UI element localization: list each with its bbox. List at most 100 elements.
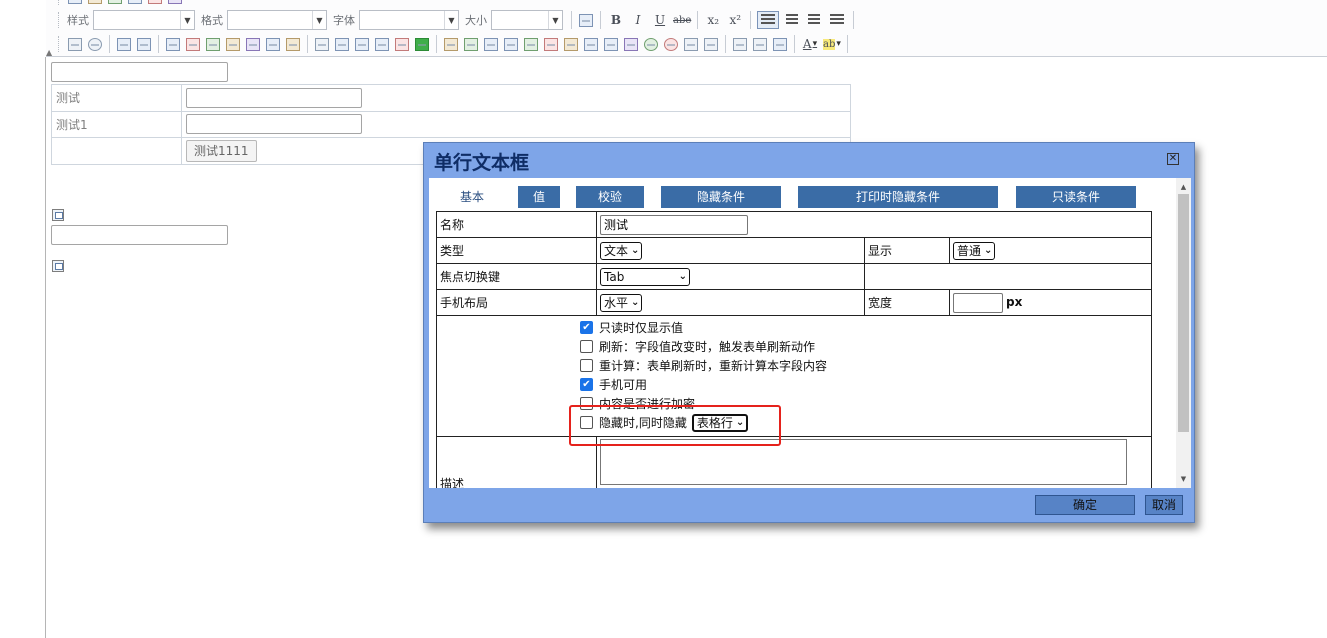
number-field-icon[interactable] bbox=[684, 37, 698, 51]
name-input[interactable] bbox=[600, 214, 748, 235]
font-label: 字体 bbox=[333, 14, 355, 27]
format-combo[interactable]: ▼ bbox=[227, 10, 327, 30]
user-icon[interactable] bbox=[206, 37, 220, 51]
close-icon[interactable]: ✕ bbox=[1167, 153, 1179, 165]
select-icon[interactable] bbox=[266, 37, 280, 51]
superscript-button[interactable]: x² bbox=[726, 11, 744, 29]
checkbox-icon[interactable] bbox=[580, 359, 593, 372]
checkbox-control-icon[interactable] bbox=[68, 37, 82, 51]
type-select[interactable]: 文本 ⌄ bbox=[600, 241, 643, 260]
window-icon[interactable] bbox=[484, 37, 498, 51]
video-icon[interactable] bbox=[604, 37, 618, 51]
toolbar-icon[interactable] bbox=[88, 0, 102, 4]
hide-scope-select[interactable]: 表格行 ⌄ bbox=[691, 413, 749, 432]
dialog-scrollbar[interactable]: ▲ ▼ bbox=[1176, 178, 1191, 488]
paste-icon[interactable] bbox=[355, 37, 369, 51]
align-justify-button[interactable] bbox=[827, 11, 847, 29]
find-icon[interactable] bbox=[579, 13, 593, 27]
checkbox-checked-icon[interactable]: ✔ bbox=[580, 378, 593, 391]
department-icon[interactable] bbox=[226, 37, 240, 51]
option-encrypt[interactable]: 内容是否进行加密 bbox=[580, 394, 1148, 413]
tree-icon[interactable] bbox=[246, 37, 260, 51]
camera-icon[interactable] bbox=[504, 37, 518, 51]
field-placeholder-icon[interactable] bbox=[52, 260, 64, 272]
table-icon[interactable] bbox=[166, 37, 180, 51]
ok-button[interactable]: 确定 bbox=[1035, 495, 1135, 515]
collapse-toolbar-icon[interactable]: ▲ bbox=[46, 48, 52, 57]
toolbar-icon[interactable] bbox=[68, 0, 82, 4]
checkbox-checked-icon[interactable]: ✔ bbox=[580, 321, 593, 334]
option-refresh[interactable]: 刷新：字段值改变时，触发表单刷新动作 bbox=[580, 337, 1148, 356]
tab-print-hide-condition[interactable]: 打印时隐藏条件 bbox=[798, 186, 998, 208]
align-left-button[interactable] bbox=[757, 11, 780, 29]
scroll-up-icon[interactable]: ▲ bbox=[1176, 180, 1191, 194]
checkbox-icon[interactable] bbox=[580, 416, 593, 429]
toolbar-icon[interactable] bbox=[168, 0, 182, 4]
style-combo[interactable]: ▼ bbox=[93, 10, 195, 30]
focus-key-select[interactable]: Tab ⌄ bbox=[600, 267, 690, 286]
tab-value[interactable]: 值 bbox=[518, 186, 560, 208]
scroll-down-icon[interactable]: ▼ bbox=[1176, 472, 1191, 486]
bold-button[interactable]: B bbox=[607, 11, 625, 29]
canvas-text-field-2[interactable] bbox=[51, 225, 228, 245]
unlink-icon[interactable] bbox=[753, 37, 767, 51]
align-right-button[interactable] bbox=[805, 11, 823, 29]
mobile-layout-select[interactable]: 水平 ⌄ bbox=[600, 293, 643, 312]
font-color-button[interactable]: A ▾ bbox=[801, 35, 819, 53]
line-icon[interactable] bbox=[315, 37, 329, 51]
toolbar-icon[interactable] bbox=[108, 0, 122, 4]
strikethrough-button[interactable]: abe bbox=[673, 11, 691, 29]
font-combo[interactable]: ▼ bbox=[359, 10, 459, 30]
checkbox-icon[interactable] bbox=[580, 340, 593, 353]
canvas-text-field[interactable] bbox=[51, 62, 228, 82]
field-placeholder-icon[interactable] bbox=[52, 209, 64, 221]
grid-icon[interactable] bbox=[584, 37, 598, 51]
anchor-icon[interactable] bbox=[773, 37, 787, 51]
scrollbar-thumb[interactable] bbox=[1178, 194, 1189, 432]
list-icon[interactable] bbox=[415, 37, 429, 51]
file-icon[interactable] bbox=[286, 37, 300, 51]
tab-validation[interactable]: 校验 bbox=[576, 186, 644, 208]
image-icon[interactable] bbox=[375, 37, 389, 51]
align-center-button[interactable] bbox=[783, 11, 801, 29]
width-input[interactable] bbox=[953, 292, 1003, 313]
description-textarea[interactable] bbox=[600, 439, 1127, 485]
layers-icon[interactable] bbox=[464, 37, 478, 51]
stamp-icon[interactable] bbox=[564, 37, 578, 51]
underline-button[interactable]: U bbox=[651, 11, 669, 29]
display-select[interactable]: 普通 ⌄ bbox=[953, 241, 996, 260]
option-recalculate[interactable]: 重计算：表单刷新时，重新计算本字段内容 bbox=[580, 356, 1148, 375]
textarea-control-icon[interactable] bbox=[137, 37, 151, 51]
size-combo[interactable]: ▼ bbox=[491, 10, 563, 30]
radio-control-icon[interactable] bbox=[88, 37, 102, 51]
highlight-color-button[interactable]: ab ▾ bbox=[823, 35, 841, 53]
copy-icon[interactable] bbox=[335, 37, 349, 51]
subscript-button[interactable]: x₂ bbox=[704, 11, 722, 29]
map-pin-icon[interactable] bbox=[544, 37, 558, 51]
minus-icon[interactable] bbox=[704, 37, 718, 51]
toolbar-icon[interactable] bbox=[128, 0, 142, 4]
calendar-icon[interactable] bbox=[186, 37, 200, 51]
size-label: 大小 bbox=[465, 14, 487, 27]
checkbox-icon[interactable] bbox=[580, 397, 593, 410]
record-icon[interactable] bbox=[664, 37, 678, 51]
chart-icon[interactable] bbox=[395, 37, 409, 51]
pen-icon[interactable] bbox=[444, 37, 458, 51]
test-input[interactable] bbox=[186, 87, 362, 108]
cancel-button[interactable]: 取消 bbox=[1145, 495, 1183, 515]
test1-input[interactable] bbox=[186, 114, 362, 135]
link-icon[interactable] bbox=[733, 37, 747, 51]
option-hide-also[interactable]: 隐藏时,同时隐藏 表格行 ⌄ bbox=[580, 413, 1148, 432]
tab-readonly-condition[interactable]: 只读条件 bbox=[1016, 186, 1136, 208]
color-wheel-icon[interactable] bbox=[644, 37, 658, 51]
tab-hide-condition[interactable]: 隐藏条件 bbox=[661, 186, 781, 208]
option-mobile-enabled[interactable]: ✔ 手机可用 bbox=[580, 375, 1148, 394]
globe-icon[interactable] bbox=[624, 37, 638, 51]
tab-basic[interactable]: 基本 bbox=[436, 186, 508, 208]
textfield-control-icon[interactable] bbox=[117, 37, 131, 51]
test1111-button[interactable]: 测试1111 bbox=[186, 140, 257, 163]
italic-button[interactable]: I bbox=[629, 11, 647, 29]
toolbar-icon[interactable] bbox=[148, 0, 162, 4]
option-readonly-show-value[interactable]: ✔ 只读时仅显示值 bbox=[580, 318, 1148, 337]
picture-icon[interactable] bbox=[524, 37, 538, 51]
